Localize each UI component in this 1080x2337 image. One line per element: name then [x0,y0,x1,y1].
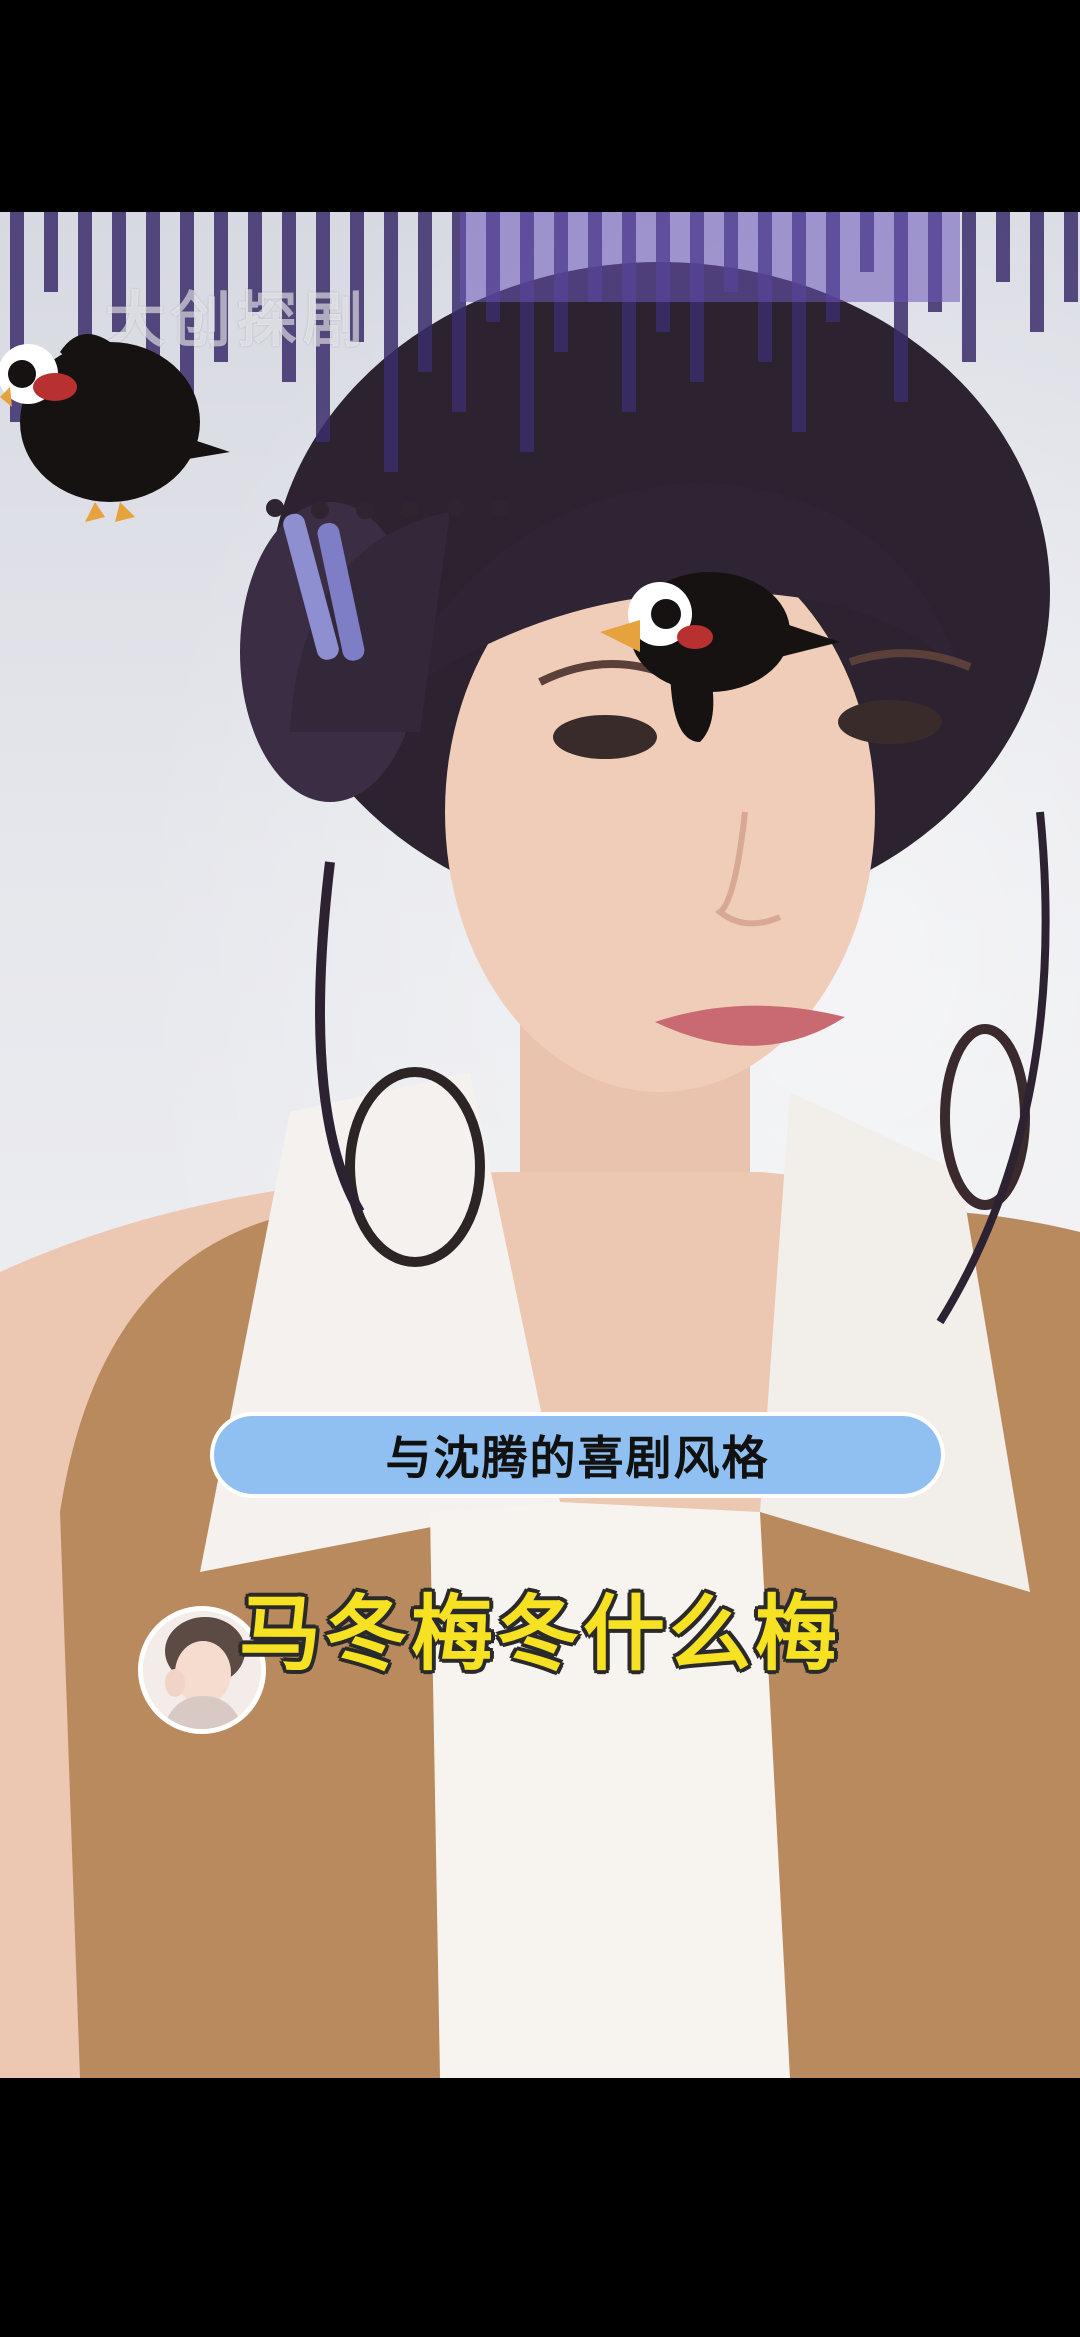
black-bird-sticker-icon [600,572,840,742]
caption-pill: 与沈腾的喜剧风格 [210,1412,945,1498]
video-frame[interactable]: 大创探剧 与沈腾的喜剧风格 马冬梅冬什么梅 [0,212,1080,2078]
top-letterbox [0,0,1080,212]
caption-pill-text: 与沈腾的喜剧风格 [385,1431,770,1485]
black-bird-sticker-icon [0,334,230,522]
bottom-letterbox [0,2078,1080,2337]
subtitle: 马冬梅冬什么梅 [238,1587,841,1682]
